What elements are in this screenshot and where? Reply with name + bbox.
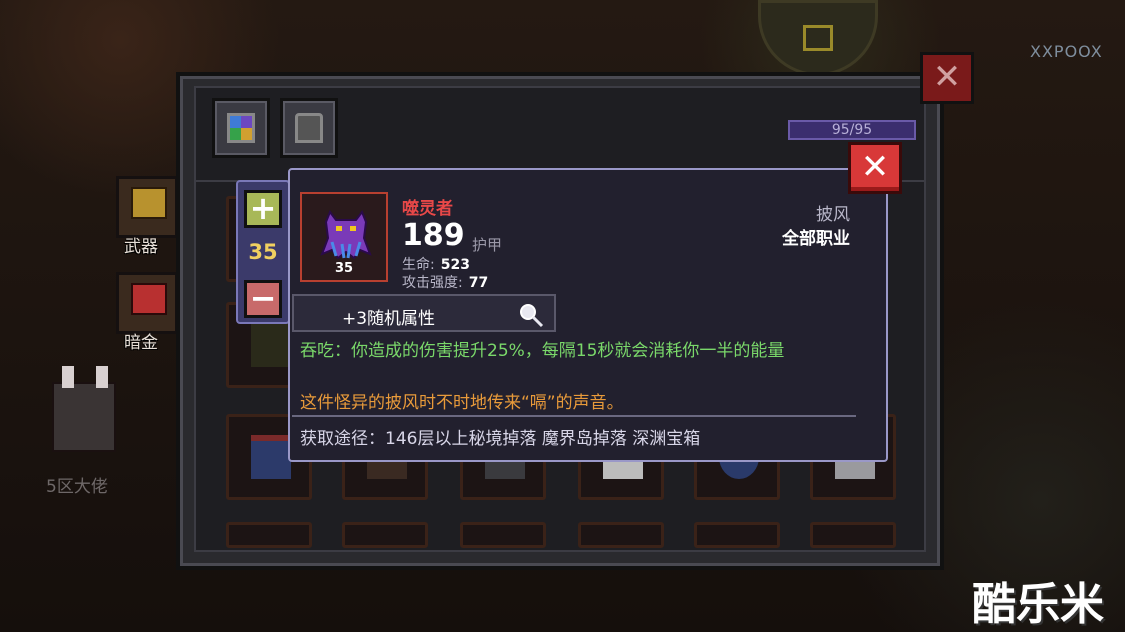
item-armor-value: 189 bbox=[402, 218, 465, 253]
weapon-button-label: 武器 bbox=[124, 237, 158, 257]
rabbit-ear bbox=[96, 366, 108, 388]
inventory-slot[interactable] bbox=[342, 522, 428, 548]
item-stat-hp: 生命: 523 bbox=[402, 254, 470, 274]
all-items-grid-icon bbox=[227, 113, 255, 143]
quantity-value: 35 bbox=[248, 240, 278, 264]
quantity-plus-button[interactable]: + bbox=[244, 190, 282, 228]
random-attributes-box[interactable]: +3随机属性 bbox=[292, 294, 556, 332]
magnifier-icon[interactable] bbox=[518, 302, 544, 328]
dark-gold-button[interactable] bbox=[116, 272, 178, 334]
tab-all-items[interactable] bbox=[212, 98, 270, 158]
quantity-minus-button[interactable]: − bbox=[244, 280, 282, 318]
watermark: 酷乐米 bbox=[972, 579, 1104, 630]
dark-gold-icon bbox=[131, 283, 167, 315]
item-name: 噬灵者 bbox=[402, 199, 453, 219]
weapon-button[interactable] bbox=[116, 176, 178, 238]
tooltip-divider bbox=[292, 415, 856, 417]
dark-gold-button-label: 暗金 bbox=[124, 333, 158, 353]
inventory-close-button[interactable]: ✕ bbox=[920, 52, 974, 104]
devourer-cloak-icon bbox=[320, 209, 372, 260]
inventory-slot[interactable] bbox=[578, 522, 664, 548]
capacity-text: 95/95 bbox=[831, 122, 873, 138]
random-attributes-label: +3随机属性 bbox=[342, 309, 436, 329]
item-tooltip: 35 噬灵者 189 护甲 生命: 523 攻击强度: 77 披风 全部职业 +3随… bbox=[288, 168, 888, 462]
inventory-slot[interactable] bbox=[810, 522, 896, 548]
weapon-chest-icon bbox=[131, 187, 167, 219]
item-armor-label: 护甲 bbox=[472, 236, 503, 254]
rabbit-ear bbox=[62, 366, 74, 388]
item-type: 披风 bbox=[816, 205, 850, 225]
stat-value: 77 bbox=[468, 275, 489, 291]
item-effect-text: 吞吃：你造成的伤害提升25%，每隔15秒就会消耗你一半的能量 bbox=[300, 341, 785, 361]
inventory-slot[interactable] bbox=[226, 522, 312, 548]
capacity-bar: 95/95 bbox=[788, 120, 916, 140]
quantity-stepper: + 35 − bbox=[236, 180, 290, 324]
lock-icon bbox=[803, 25, 833, 51]
item-class-restriction: 全部职业 bbox=[782, 229, 850, 249]
armor-helmet-icon bbox=[295, 113, 323, 143]
item-level: 35 bbox=[334, 261, 354, 276]
corner-text: XXPOOX bbox=[1030, 42, 1103, 61]
stat-label: 攻击强度: bbox=[402, 275, 463, 291]
stat-value: 523 bbox=[440, 257, 470, 273]
stat-label: 生命: bbox=[402, 257, 435, 273]
item-flavor-text: 这件怪异的披风时不时地传来“嗝”的声音。 bbox=[300, 393, 624, 413]
inventory-slot[interactable] bbox=[694, 522, 780, 548]
item-source-text: 获取途径：146层以上秘境掉落 魔界岛掉落 深渊宝箱 bbox=[300, 429, 701, 449]
item-stat-attack: 攻击强度: 77 bbox=[402, 272, 488, 292]
tooltip-close-button[interactable]: ✕ bbox=[848, 142, 902, 194]
player-name: 5区大佬 bbox=[46, 477, 108, 497]
cloak-item-icon bbox=[251, 323, 291, 367]
tab-armor[interactable] bbox=[280, 98, 338, 158]
player-character bbox=[52, 366, 116, 452]
inventory-slot[interactable] bbox=[460, 522, 546, 548]
item-icon-frame: 35 bbox=[300, 192, 388, 282]
cloak-item-icon bbox=[251, 435, 291, 479]
